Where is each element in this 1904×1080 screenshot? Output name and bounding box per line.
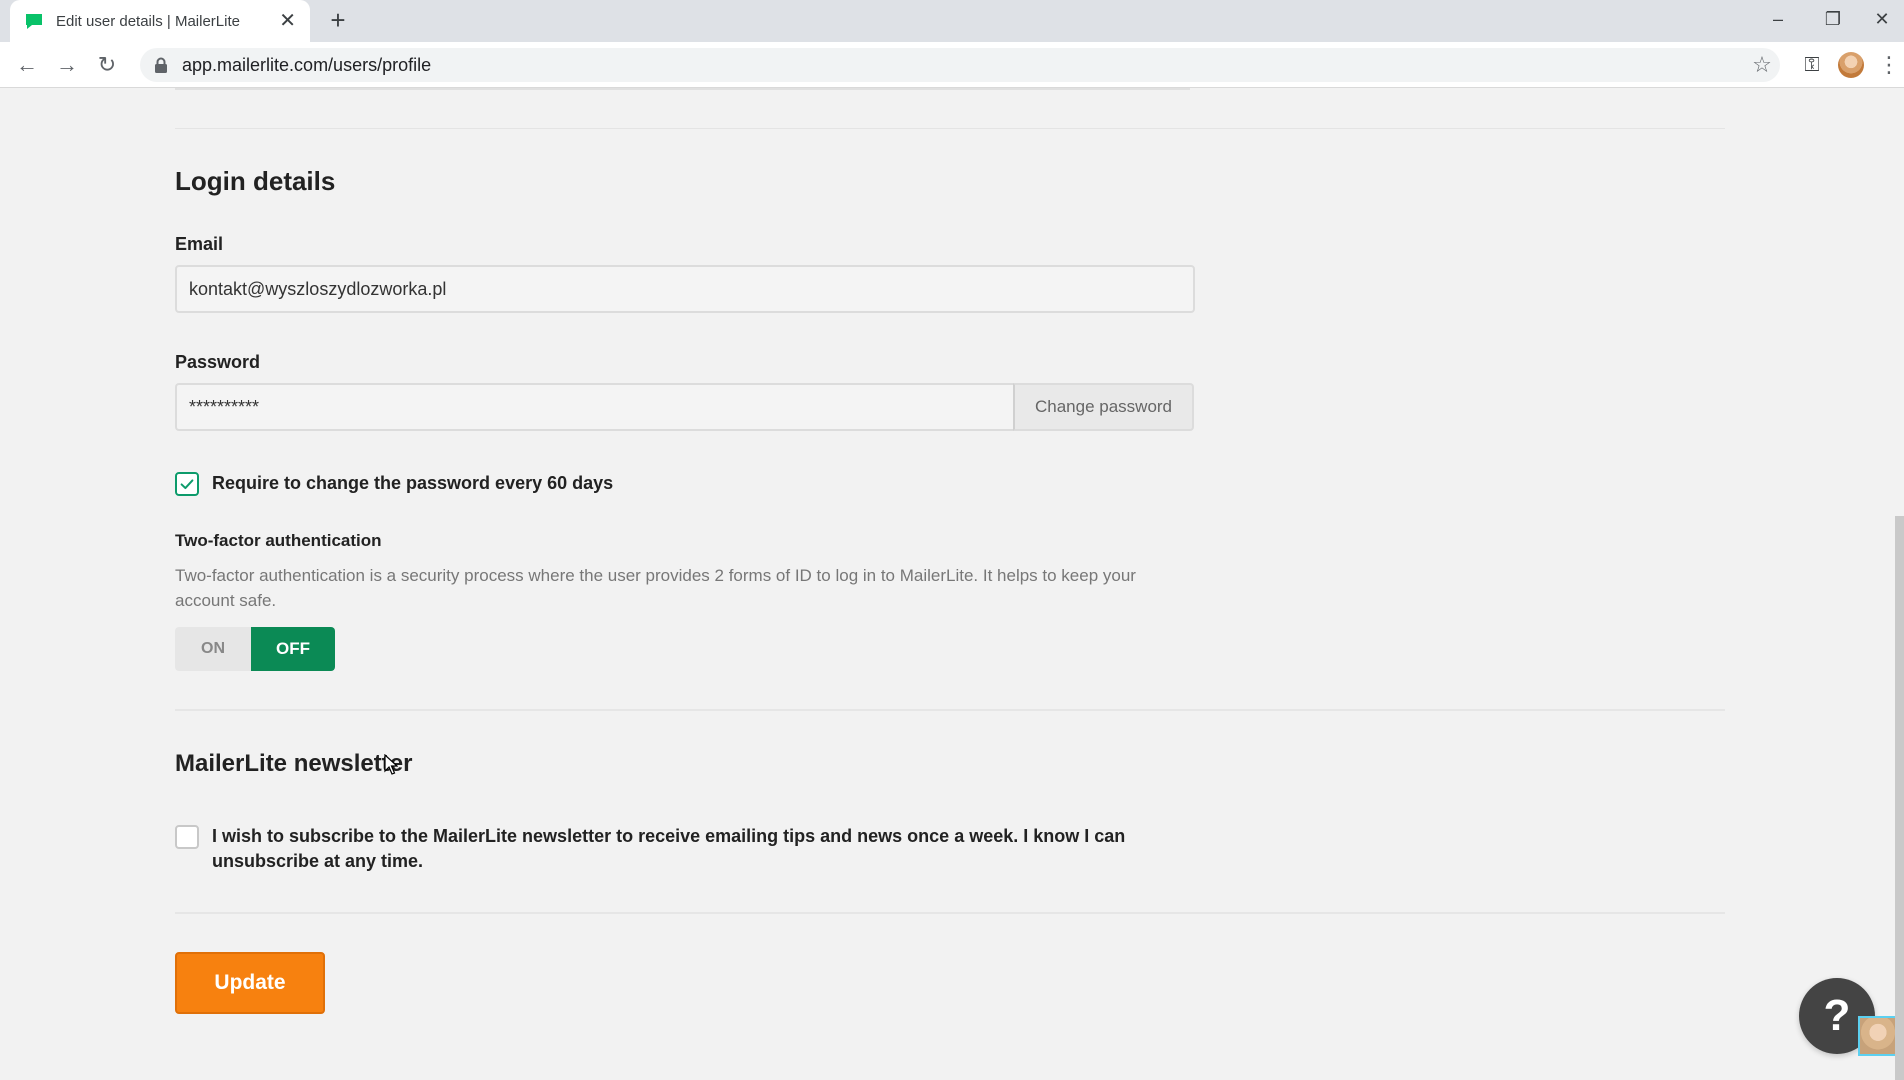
password-key-icon[interactable]: ⚿ <box>1798 50 1826 80</box>
toggle-off-option[interactable]: OFF <box>251 627 335 671</box>
require-change-label: Require to change the password every 60 … <box>212 473 614 493</box>
mouse-cursor-icon <box>384 754 398 775</box>
profile-avatar[interactable] <box>1838 52 1864 78</box>
scrollbar-thumb[interactable] <box>1895 516 1904 1080</box>
tab-title: Edit user details | MailerLite <box>56 12 240 30</box>
section-divider-top <box>175 128 1725 129</box>
tab-close-icon[interactable]: ✕ <box>279 11 296 31</box>
email-field[interactable]: kontakt@wyszloszydlozworka.pl <box>175 265 1195 313</box>
minimize-icon[interactable]: – <box>1756 4 1800 34</box>
back-icon[interactable]: ← <box>12 50 42 80</box>
password-field[interactable]: ********** <box>175 383 1015 431</box>
bookmark-star-icon[interactable]: ☆ <box>1748 50 1776 80</box>
email-label: Email <box>175 234 224 254</box>
require-change-checkbox[interactable] <box>175 472 199 496</box>
section-divider-bottom <box>175 912 1725 914</box>
new-tab-button[interactable]: + <box>324 6 352 34</box>
toggle-on-option[interactable]: ON <box>175 627 251 671</box>
maximize-icon[interactable]: ❐ <box>1811 4 1855 34</box>
newsletter-label: I wish to subscribe to the MailerLite ne… <box>212 826 1126 871</box>
browser-tabbar: Edit user details | MailerLite ✕ + – ❐ ✕ <box>0 0 1904 42</box>
section-divider <box>175 709 1725 711</box>
address-bar[interactable]: app.mailerlite.com/users/profile <box>140 48 1780 82</box>
top-field-edge <box>175 88 1190 90</box>
browser-toolbar: ← → ↻ app.mailerlite.com/users/profile ☆… <box>0 42 1904 88</box>
support-agent-avatar[interactable] <box>1858 1016 1898 1056</box>
page-content: Login details Email kontakt@wyszloszydlo… <box>0 88 1904 1080</box>
check-icon <box>180 479 194 490</box>
url-text: app.mailerlite.com/users/profile <box>182 54 432 75</box>
email-value: kontakt@wyszloszydlozworka.pl <box>189 278 447 299</box>
two-factor-description: Two-factor authentication is a security … <box>175 566 1136 610</box>
newsletter-checkbox[interactable] <box>175 825 199 849</box>
two-factor-title: Two-factor authentication <box>175 531 382 550</box>
forward-icon[interactable]: → <box>52 50 82 80</box>
two-factor-toggle[interactable]: ON OFF <box>175 627 335 671</box>
browser-tab[interactable]: Edit user details | MailerLite ✕ <box>10 0 310 42</box>
update-button[interactable]: Update <box>175 952 325 1014</box>
mailerlite-favicon-icon <box>26 14 42 29</box>
newsletter-heading: MailerLite newsletter <box>175 750 413 777</box>
close-window-icon[interactable]: ✕ <box>1860 4 1904 34</box>
password-label: Password <box>175 352 261 372</box>
password-value: ********** <box>189 396 260 417</box>
change-password-button[interactable]: Change password <box>1013 383 1194 431</box>
lock-icon <box>155 57 167 73</box>
browser-menu-icon[interactable]: ⋮ <box>1878 50 1900 80</box>
login-details-heading: Login details <box>175 166 336 196</box>
reload-icon[interactable]: ↻ <box>92 50 122 80</box>
